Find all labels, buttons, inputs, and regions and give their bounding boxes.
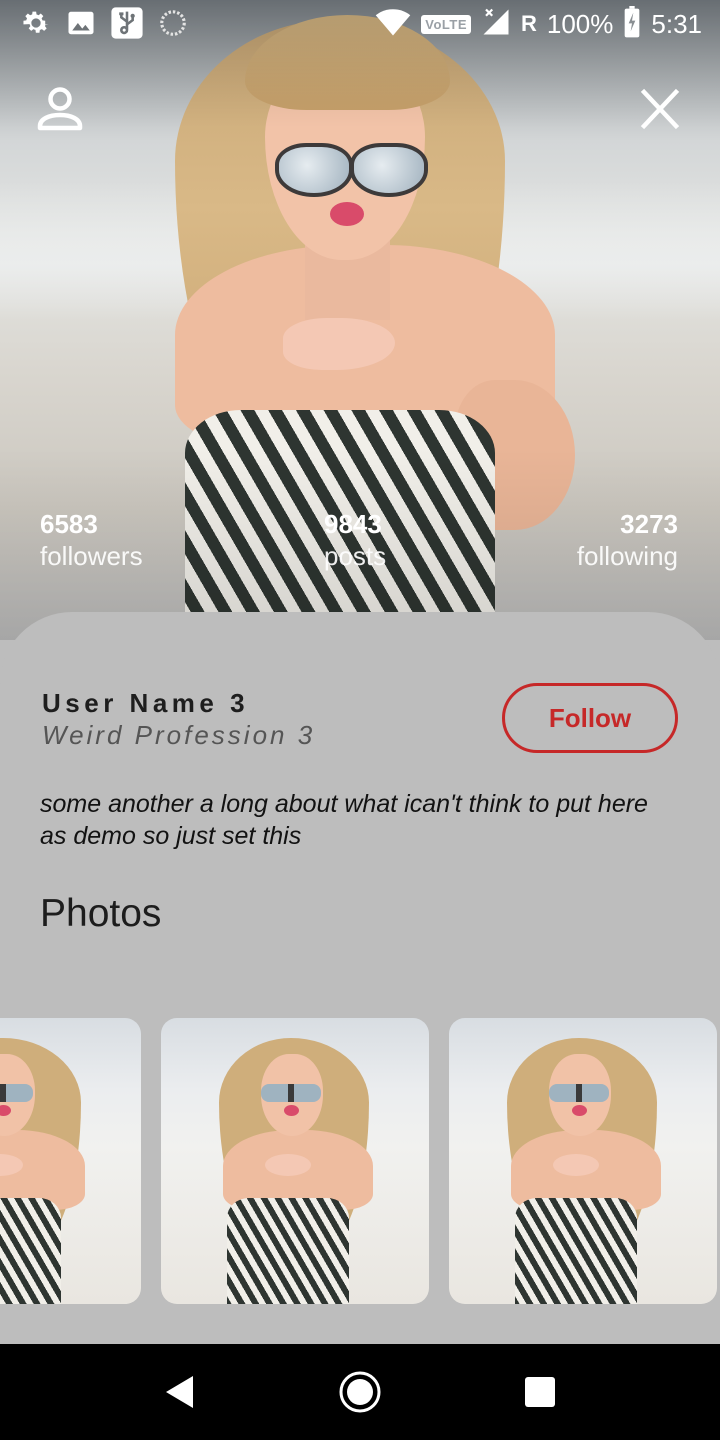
recent-apps-button[interactable] bbox=[524, 1376, 556, 1408]
user-name: User Name 3 bbox=[42, 688, 250, 718]
photos-heading: Photos bbox=[40, 892, 162, 935]
home-button[interactable] bbox=[338, 1370, 382, 1414]
battery-icon bbox=[623, 5, 641, 43]
usb-icon bbox=[110, 6, 144, 44]
following-count: 3273 bbox=[620, 509, 678, 539]
settings-icon bbox=[20, 7, 52, 43]
photo-thumbnail[interactable] bbox=[449, 1018, 717, 1304]
back-icon bbox=[166, 1376, 193, 1408]
back-button[interactable] bbox=[163, 1374, 197, 1410]
image-icon bbox=[66, 8, 96, 42]
followers-label: followers bbox=[40, 541, 143, 571]
photo-gallery[interactable] bbox=[0, 1018, 720, 1306]
follow-button-label: Follow bbox=[548, 702, 632, 733]
followers-count: 6583 bbox=[40, 509, 98, 539]
posts-stat[interactable]: 9843 posts bbox=[324, 508, 386, 572]
close-button[interactable] bbox=[636, 86, 684, 132]
following-label: following bbox=[576, 541, 678, 571]
recent-apps-icon bbox=[525, 1377, 555, 1407]
volte-badge: VoLTE bbox=[421, 14, 471, 34]
profession: Weird Profession 3 bbox=[42, 720, 316, 750]
wifi-icon bbox=[375, 7, 411, 42]
profile-button[interactable] bbox=[36, 86, 84, 132]
roaming-indicator: R bbox=[521, 11, 537, 36]
person-icon bbox=[37, 87, 83, 131]
posts-count: 9843 bbox=[324, 509, 382, 539]
photo-thumbnail[interactable] bbox=[0, 1018, 141, 1304]
sync-icon bbox=[158, 8, 188, 42]
status-bar: VoLTE R 100% 5:31 bbox=[0, 0, 720, 48]
followers-stat[interactable]: 6583 followers bbox=[40, 508, 143, 572]
close-icon bbox=[640, 88, 680, 130]
profile-screen: VoLTE R 100% 5:31 6583 followers 9843 po… bbox=[0, 0, 720, 1344]
clock: 5:31 bbox=[651, 8, 702, 39]
following-stat[interactable]: 3273 following bbox=[577, 508, 678, 572]
follow-button[interactable]: Follow bbox=[502, 683, 678, 753]
battery-percentage: 100% bbox=[546, 8, 614, 39]
home-icon bbox=[339, 1371, 381, 1413]
photo-thumbnail[interactable] bbox=[161, 1018, 429, 1304]
posts-label: posts bbox=[324, 541, 387, 571]
bio-text: some another a long about what ican't th… bbox=[40, 790, 648, 850]
signal-icon bbox=[481, 7, 511, 42]
